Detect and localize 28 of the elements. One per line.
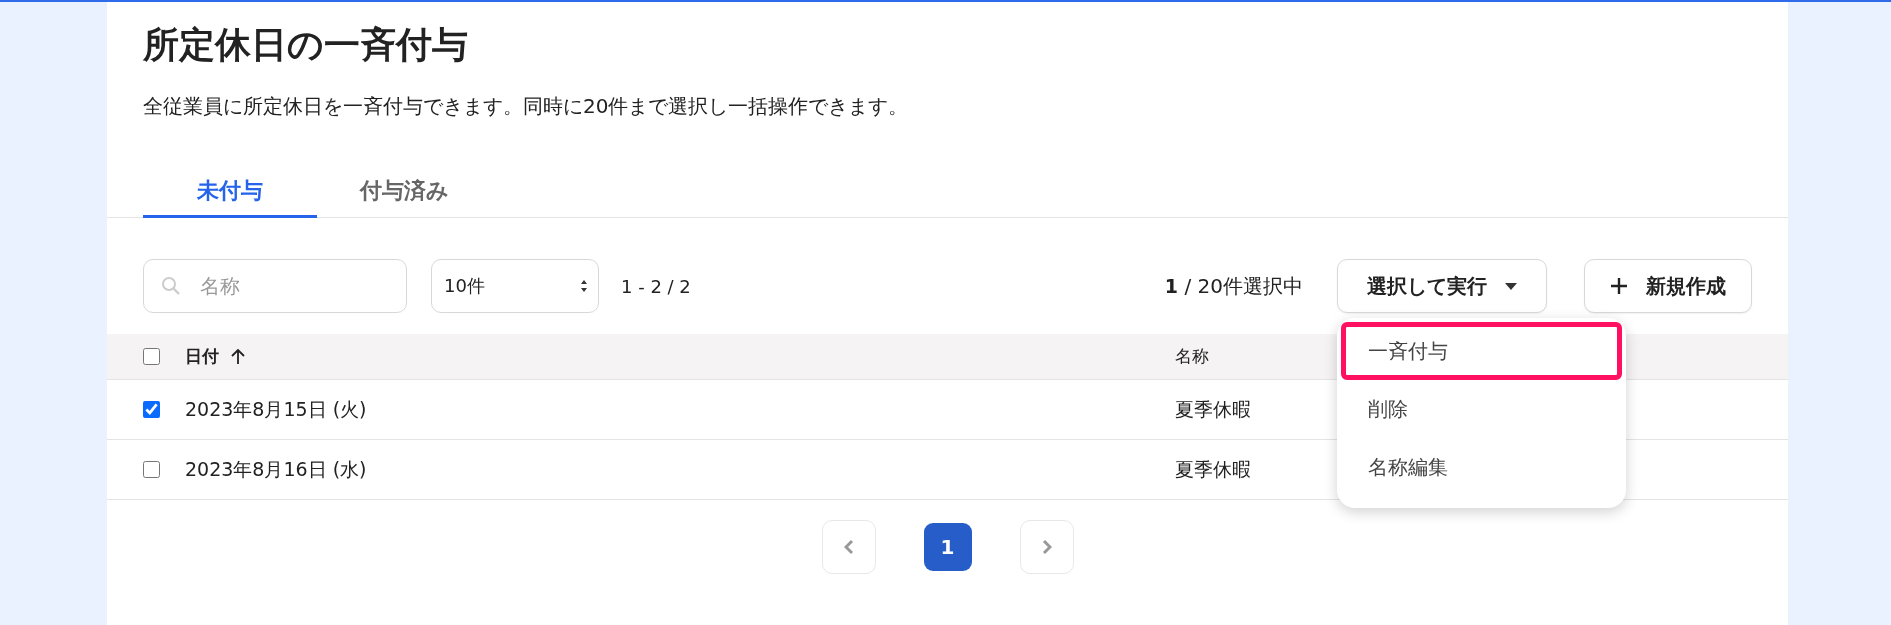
table-cell-text: 夏季休暇 <box>1175 456 1251 482</box>
plus-icon <box>1610 277 1628 295</box>
menu-item[interactable]: 名称編集 <box>1341 438 1622 496</box>
tab[interactable]: 未付与 <box>143 166 317 218</box>
page-size-select[interactable]: 10件 <box>431 259 599 313</box>
checkbox[interactable] <box>143 461 160 478</box>
column-header[interactable]: 名称 <box>1175 345 1209 368</box>
range-text: 1 - 2 / 2 <box>621 275 691 297</box>
tab[interactable]: 付与済み <box>317 166 491 218</box>
execute-button[interactable]: 選択して実行 <box>1337 259 1547 313</box>
new-button[interactable]: 新規作成 <box>1584 259 1752 313</box>
description-text: 全従業員に所定休日を一斉付与できます。同時に20件まで選択し一括操作できます。 <box>143 94 910 118</box>
checkbox[interactable] <box>143 401 160 418</box>
caret-icon <box>1505 282 1517 290</box>
page-title: 所定休日の一斉付与 <box>143 23 469 67</box>
selection-count: 1 / 20件選択中 <box>1164 272 1303 300</box>
stepper-icon <box>580 279 588 293</box>
menu-item[interactable]: 一斉付与 <box>1341 322 1622 380</box>
page-number-button[interactable]: 1 <box>923 523 972 571</box>
chevron-left-icon <box>843 539 854 555</box>
column-header[interactable]: 日付 <box>185 345 219 368</box>
table-cell-text: 2023年8月16日 (水) <box>185 456 367 482</box>
menu-item[interactable]: 削除 <box>1341 380 1622 438</box>
search-field[interactable]: 名称 <box>143 259 407 313</box>
table-cell-text: 夏季休暇 <box>1175 396 1251 422</box>
chevron-right-icon <box>1041 539 1052 555</box>
checkbox[interactable] <box>143 348 160 365</box>
table-cell-text: 2023年8月15日 (火) <box>185 396 367 422</box>
